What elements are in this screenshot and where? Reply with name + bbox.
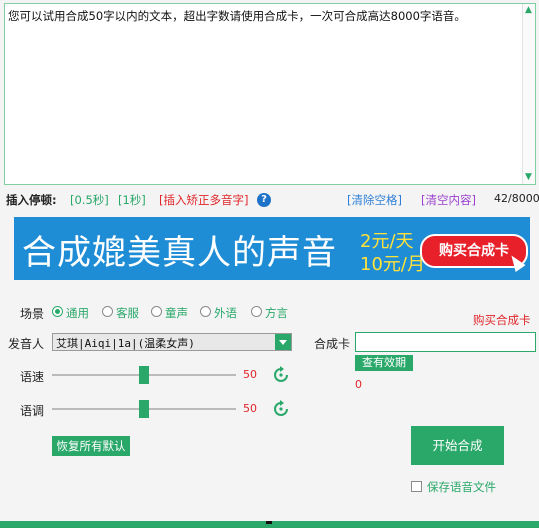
voice-selected-value: 艾琪|Aiqi|1a|(温柔女声) — [56, 337, 195, 350]
scene-radio-foreign[interactable] — [200, 306, 211, 317]
card-remaining: 0 — [355, 378, 362, 391]
scene-radio-dialect[interactable] — [251, 306, 262, 317]
pitch-label: 语调 — [20, 404, 45, 418]
help-icon[interactable]: ? — [257, 193, 271, 207]
clear-spaces-link[interactable]: [清除空格] — [347, 192, 402, 208]
scroll-up-icon[interactable]: ▲ — [525, 6, 532, 15]
buy-card-link[interactable]: 购买合成卡 — [473, 312, 531, 328]
scene-radio-child[interactable] — [151, 306, 162, 317]
reset-speed-icon[interactable] — [272, 366, 290, 384]
scene-option-foreign[interactable]: 外语 — [214, 305, 237, 321]
scene-option-dialect[interactable]: 方言 — [265, 305, 288, 321]
banner-price-month: 10元/月 — [360, 254, 425, 275]
promo-banner[interactable]: 合成媲美真人的声音 2元/天 10元/月 购买合成卡 — [14, 217, 530, 280]
bottom-bar — [0, 521, 539, 528]
chevron-down-icon[interactable] — [275, 334, 291, 350]
clear-content-link[interactable]: [清空内容] — [421, 192, 476, 208]
card-label: 合成卡 — [314, 337, 351, 351]
save-audio-label[interactable]: 保存语音文件 — [427, 479, 496, 495]
check-validity-button[interactable]: 查有效期 — [355, 355, 413, 371]
scene-option-child[interactable]: 童声 — [165, 305, 188, 321]
scene-radio-general[interactable] — [52, 306, 63, 317]
start-synthesis-button[interactable]: 开始合成 — [411, 426, 504, 465]
scene-radio-service[interactable] — [102, 306, 113, 317]
speed-label: 语速 — [20, 370, 45, 384]
insert-polyphone-link[interactable]: [插入矫正多音字] — [159, 192, 248, 208]
pitch-value: 50 — [243, 402, 257, 415]
scene-option-service[interactable]: 客服 — [116, 305, 139, 321]
char-count: 42/8000 — [494, 192, 539, 205]
scene-option-general[interactable]: 通用 — [66, 305, 89, 321]
pause-half-second-link[interactable]: [0.5秒] — [70, 192, 109, 208]
voice-select[interactable]: 艾琪|Aiqi|1a|(温柔女声) — [52, 333, 292, 351]
reset-pitch-icon[interactable] — [272, 400, 290, 418]
card-input[interactable] — [355, 332, 536, 352]
scroll-down-icon[interactable]: ▼ — [525, 173, 532, 182]
pause-one-second-link[interactable]: [1秒] — [118, 192, 146, 208]
text-content[interactable]: 您可以试用合成50字以内的文本，超出字数请使用合成卡，一次可合成高达8000字语… — [8, 8, 466, 24]
bottom-bar-marker — [266, 521, 272, 524]
speed-slider-thumb[interactable] — [139, 366, 149, 384]
banner-headline: 合成媲美真人的声音 — [22, 233, 337, 273]
insert-pause-label: 插入停顿: — [6, 193, 57, 207]
restore-defaults-button[interactable]: 恢复所有默认 — [52, 436, 130, 456]
voice-label: 发音人 — [8, 337, 45, 351]
text-input-area[interactable]: 您可以试用合成50字以内的文本，超出字数请使用合成卡，一次可合成高达8000字语… — [4, 3, 536, 185]
speed-value: 50 — [243, 368, 257, 381]
pitch-slider-thumb[interactable] — [139, 400, 149, 418]
save-audio-checkbox[interactable] — [411, 481, 422, 492]
scene-label: 场景 — [20, 307, 45, 321]
text-scrollbar[interactable]: ▲ ▼ — [522, 4, 535, 184]
